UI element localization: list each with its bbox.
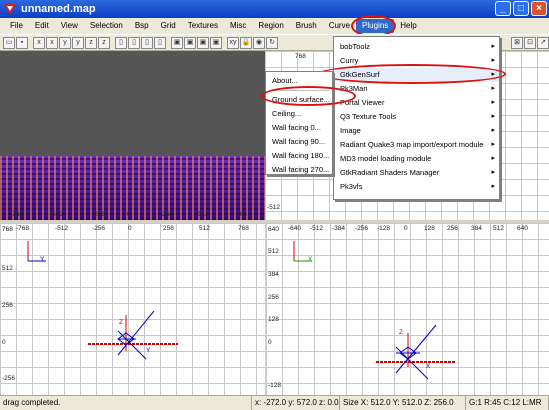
- csg-subtract-icon[interactable]: ▣: [171, 36, 183, 49]
- camera-icon[interactable]: ◉: [253, 36, 265, 49]
- menu-region[interactable]: Region: [252, 19, 289, 33]
- submenu-arrow-icon: ▸: [491, 183, 495, 190]
- status-message: drag completed.: [0, 396, 252, 410]
- menu-misc[interactable]: Misc: [224, 19, 252, 33]
- gensurf-wall-0[interactable]: Wall facing 0...: [266, 121, 332, 135]
- menu-bsp[interactable]: Bsp: [129, 19, 155, 33]
- status-coords: x: -272.0 y: 572.0 z: 0.0: [252, 396, 340, 410]
- submenu-arrow-icon: ▸: [491, 113, 495, 120]
- rotate-tool-icon[interactable]: ↻: [266, 36, 278, 49]
- menu-help[interactable]: Help: [394, 19, 422, 33]
- app-icon: [4, 4, 16, 15]
- plugins-menu: bobToolz ▸ Curry ▸ GtkGenSurf ▸ Pk3Man ▸ Por…: [333, 36, 500, 200]
- clipper-icon[interactable]: ▣: [210, 36, 222, 49]
- flip-y-icon[interactable]: y: [59, 36, 71, 49]
- close-button[interactable]: ×: [531, 1, 547, 16]
- submenu-arrow-icon: ▸: [491, 43, 495, 50]
- save-icon[interactable]: ▪: [16, 36, 28, 49]
- xz-axis-v-label: Y: [40, 256, 45, 263]
- yz-entity-gizmo: [376, 324, 456, 380]
- submenu-arrow-icon: ▸: [491, 57, 495, 64]
- menu-grid[interactable]: Grid: [155, 19, 182, 33]
- gensurf-wall-180[interactable]: Wall facing 180...: [266, 149, 332, 163]
- gensurf-ceiling[interactable]: Ceiling...: [266, 107, 332, 121]
- title-bar: unnamed.map _ □ ×: [0, 0, 549, 18]
- maximize-button[interactable]: □: [513, 1, 529, 16]
- csg-merge-icon[interactable]: ▣: [184, 36, 196, 49]
- ground-surface-mesh: [0, 156, 265, 220]
- rotate-y-icon[interactable]: y: [72, 36, 84, 49]
- yz-view[interactable]: -640 -512 -384 -256 -128 0 128 256 384 5…: [266, 223, 549, 395]
- menu-edit[interactable]: Edit: [29, 19, 55, 33]
- entity-icon[interactable]: ⊠: [511, 36, 523, 49]
- xz-gizmo-y-label: Y: [146, 347, 151, 354]
- change-view-icon[interactable]: xy: [227, 36, 239, 49]
- plugin-shaders-manager[interactable]: GtkRadiant Shaders Manager ▸: [334, 166, 499, 180]
- menu-selection[interactable]: Selection: [84, 19, 129, 33]
- texture-lock-icon[interactable]: 🔒: [240, 36, 252, 49]
- plugin-map-import-export[interactable]: Radiant Quake3 map import/export module ▸: [334, 138, 499, 152]
- xy-ruler-x-label: 768: [295, 53, 306, 60]
- submenu-arrow-icon: ▸: [491, 141, 495, 148]
- minimize-button[interactable]: _: [495, 1, 511, 16]
- window-title: unnamed.map: [21, 3, 96, 15]
- yz-axis-h-label: X: [308, 256, 313, 263]
- yz-axis-indicator: [293, 241, 312, 262]
- hollow-icon[interactable]: ▣: [197, 36, 209, 49]
- submenu-arrow-icon: ▸: [491, 99, 495, 106]
- xz-view[interactable]: -768 -512 -256 0 256 512 768 768 512 256…: [0, 223, 265, 395]
- plugin-md3-loader[interactable]: MD3 model loading module ▸: [334, 152, 499, 166]
- select-partial-icon[interactable]: ▯: [141, 36, 153, 49]
- plugin-image[interactable]: Image ▸: [334, 124, 499, 138]
- submenu-arrow-icon: ▸: [491, 169, 495, 176]
- xz-entity-gizmo: [88, 311, 178, 360]
- xz-axis-indicator: [27, 241, 46, 262]
- camera-view[interactable]: [0, 51, 265, 220]
- menu-brush[interactable]: Brush: [290, 19, 323, 33]
- flip-z-icon[interactable]: z: [85, 36, 97, 49]
- ground-surface-highlight-ring: [261, 86, 356, 106]
- plugin-q3-texture-tools[interactable]: Q3 Texture Tools ▸: [334, 110, 499, 124]
- open-icon[interactable]: ▭: [3, 36, 15, 49]
- xz-gizmo-z-label: Z: [119, 319, 123, 326]
- status-size: Size X: 512.0 Y: 512.0 Z: 256.0: [340, 396, 466, 410]
- gtkgensurf-highlight-ring: [318, 64, 506, 84]
- gensurf-wall-270[interactable]: Wall facing 270...: [266, 163, 332, 177]
- menu-view[interactable]: View: [55, 19, 84, 33]
- menu-textures[interactable]: Textures: [182, 19, 224, 33]
- menu-bar: File Edit View Selection Bsp Grid Textur…: [0, 18, 549, 34]
- select-complete-icon[interactable]: ▯: [115, 36, 127, 49]
- bend-icon[interactable]: ↗: [537, 36, 549, 49]
- xy-ruler-y-label: -512: [267, 204, 281, 211]
- plugin-pk3man[interactable]: Pk3Man ▸: [334, 82, 499, 96]
- plugin-pk3vfs[interactable]: Pk3vfs ▸: [334, 180, 499, 194]
- submenu-arrow-icon: ▸: [491, 155, 495, 162]
- gensurf-wall-90[interactable]: Wall facing 90...: [266, 135, 332, 149]
- select-touching-icon[interactable]: ▯: [128, 36, 140, 49]
- plugin-portal-viewer[interactable]: Portal Viewer ▸: [334, 96, 499, 110]
- flip-x-icon[interactable]: x: [33, 36, 45, 49]
- yz-gizmo-z-label: Z: [399, 329, 403, 336]
- submenu-arrow-icon: ▸: [491, 127, 495, 134]
- select-inside-icon[interactable]: ▯: [154, 36, 166, 49]
- rotate-x-icon[interactable]: x: [46, 36, 58, 49]
- yz-gizmo-x-label: X: [426, 363, 431, 370]
- status-bar: drag completed. x: -272.0 y: 572.0 z: 0.…: [0, 395, 549, 410]
- submenu-arrow-icon: ▸: [491, 85, 495, 92]
- menu-file[interactable]: File: [4, 19, 29, 33]
- rotate-z-icon[interactable]: z: [98, 36, 110, 49]
- plugin-bobtoolz[interactable]: bobToolz ▸: [334, 40, 499, 54]
- patch-icon[interactable]: ⊡: [524, 36, 536, 49]
- status-grid: G:1 R:45 C:12 L:MR: [466, 396, 549, 410]
